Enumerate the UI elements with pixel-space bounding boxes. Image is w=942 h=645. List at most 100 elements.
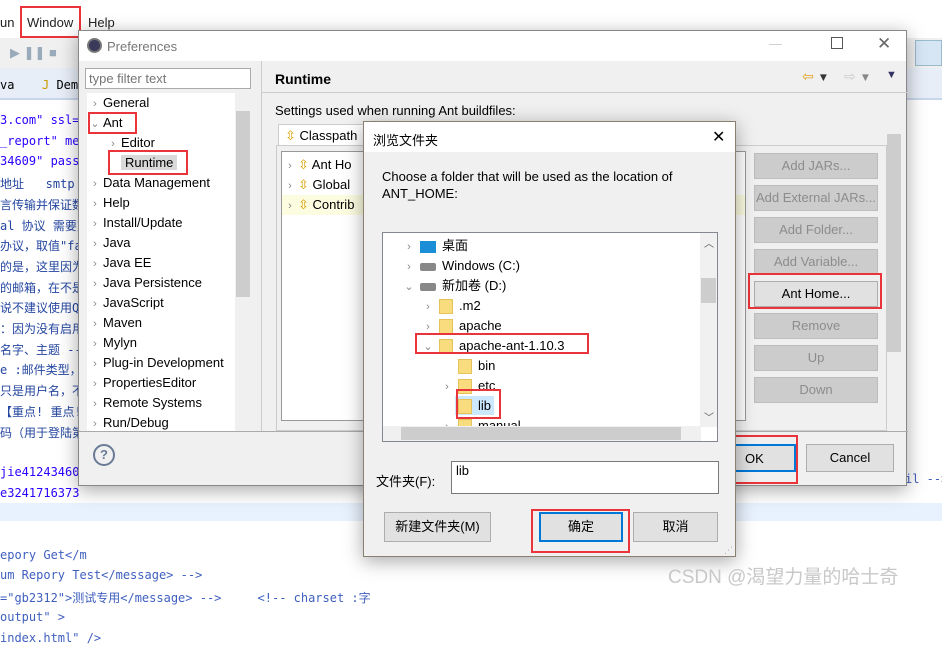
tree-item[interactable]: › Data Management (87, 173, 210, 193)
folder-tree-item[interactable]: bin (439, 356, 498, 376)
chevron-icon[interactable]: › (87, 174, 103, 194)
classpath-button[interactable]: Add External JARs... (754, 185, 878, 211)
highlight-ok (728, 435, 798, 484)
preferences-titlebar: Preferences — ✕ (79, 31, 906, 61)
chevron-icon[interactable]: ⌄ (401, 277, 417, 297)
tab-classpath[interactable]: ⇳ Classpath (278, 124, 368, 146)
classpath-button[interactable]: Add Variable... (754, 249, 878, 275)
run-icon[interactable]: ▶ ❚❚ ■ (10, 45, 57, 61)
chevron-icon[interactable]: › (87, 94, 103, 114)
chevron-icon[interactable]: › (420, 297, 436, 317)
classpath-button[interactable]: Add JARs... (754, 153, 878, 179)
cancel-button[interactable]: Cancel (806, 444, 894, 472)
page-header: Runtime ⇦ ▼ ⇨ ▼ ▼ (262, 61, 908, 93)
tree-item[interactable]: › Java Persistence (87, 273, 202, 293)
tree-item[interactable]: › JavaScript (87, 293, 164, 313)
chevron-icon[interactable]: › (87, 194, 103, 214)
scrollbar-thumb[interactable] (236, 111, 250, 297)
minimize-icon[interactable]: — (769, 36, 782, 51)
tree-item[interactable]: › Java (87, 233, 130, 253)
menu-help[interactable]: Help (88, 15, 115, 30)
filter-input[interactable] (85, 68, 251, 89)
chevron-icon[interactable]: › (87, 234, 103, 254)
highlight-ant (88, 112, 137, 134)
code-line: e :邮件类型， (0, 363, 82, 378)
desktop-icon (420, 240, 436, 253)
chevron-icon[interactable]: › (87, 414, 103, 431)
code-line: 的是，这里因为 (0, 259, 85, 274)
tree-item[interactable]: › PropertiesEditor (87, 373, 196, 393)
tree-scrollbar[interactable] (235, 93, 251, 431)
code-line: 只是用户名，不 (0, 384, 85, 399)
tree-item[interactable]: › Run/Debug (87, 413, 169, 431)
chevron-icon[interactable]: › (87, 334, 103, 354)
code-line: 【重点! 重点! (0, 404, 82, 419)
maximize-icon[interactable] (831, 37, 843, 49)
close-icon[interactable]: ✕ (877, 34, 891, 54)
close-icon[interactable]: ✕ (712, 127, 725, 147)
classpath-button[interactable]: Down (754, 377, 878, 403)
tree-item[interactable]: › General (87, 93, 149, 113)
tree-item[interactable]: › Remote Systems (87, 393, 202, 413)
tree-item[interactable]: › Java EE (87, 253, 151, 273)
code-line: _report" mes (0, 133, 87, 148)
code-line: 3.com" ssl=" (0, 113, 87, 127)
preferences-tree[interactable]: › General ⌄ Ant › Editor Runtime › Data Manageme… (87, 93, 235, 431)
code-line: 名字、主题 -- (0, 342, 82, 357)
dialog-title: 浏览文件夹 (373, 133, 439, 148)
code-line: 说不建议使用Q (0, 301, 80, 316)
classpath-button[interactable]: Add Folder... (754, 217, 878, 243)
folder-input[interactable] (451, 461, 719, 494)
classpath-button[interactable]: Up (754, 345, 878, 371)
code-line: 的邮箱，在不是 (0, 280, 85, 295)
chevron-icon[interactable]: › (401, 237, 417, 257)
classpath-icon: ⇳ (285, 128, 300, 143)
highlight-ant-folder (415, 333, 589, 354)
cancel-button[interactable]: 取消 (633, 512, 718, 542)
folder-tree-item[interactable]: ⌄ 新加卷 (D:) (401, 276, 509, 296)
tree-item[interactable]: › Mylyn (87, 333, 137, 353)
menu-run[interactable]: un (0, 15, 14, 30)
chevron-icon[interactable]: › (87, 214, 103, 234)
back-icon[interactable]: ⇦ ▼ (802, 68, 829, 85)
chevron-icon[interactable]: › (87, 274, 103, 294)
folder-tree-item[interactable]: › 桌面 (401, 236, 471, 256)
editor-tab[interactable]: va (0, 78, 14, 92)
view-menu-icon[interactable]: ▼ (886, 69, 897, 81)
code-line: index.html" /> (0, 630, 102, 645)
chevron-icon[interactable]: › (87, 394, 103, 414)
code-line: jie41243460 (0, 464, 80, 479)
tree-item[interactable]: › Help (87, 193, 130, 213)
tree-item[interactable]: › Install/Update (87, 213, 182, 234)
tree-item[interactable]: › Plug-in Development (87, 353, 224, 373)
code-line: um Repory Test</message> --> (0, 568, 203, 583)
folder-tree-item[interactable]: › Windows (C:) (401, 256, 523, 276)
chevron-icon[interactable]: › (87, 254, 103, 274)
resize-grip-icon[interactable]: ⋰ (724, 545, 733, 556)
horizontal-scrollbar[interactable] (383, 426, 701, 441)
chevron-icon[interactable]: › (87, 354, 103, 374)
hierarchy-icon[interactable] (915, 40, 942, 66)
chevron-icon[interactable]: › (401, 257, 417, 277)
browse-titlebar: 浏览文件夹 ✕ (364, 122, 735, 152)
code-line: output" > (0, 609, 66, 624)
new-folder-button[interactable]: 新建文件夹(M) (384, 512, 491, 542)
chevron-icon[interactable]: › (439, 377, 455, 397)
prompt-text: ANT_HOME: (382, 186, 458, 201)
page-scrollbar[interactable] (887, 116, 901, 426)
editor-tab[interactable]: J Dem (42, 78, 78, 92)
code-line: 码（用于登陆第 (0, 425, 85, 440)
forward-icon[interactable]: ⇨ ▼ (844, 68, 871, 85)
drive-icon (420, 262, 436, 271)
chevron-icon[interactable]: › (87, 374, 103, 394)
chevron-icon[interactable]: › (87, 294, 103, 314)
help-icon[interactable]: ? (93, 444, 115, 466)
vertical-scrollbar[interactable]: ︿ ﹀ (700, 233, 717, 427)
java-file-icon: J (42, 78, 57, 92)
highlight-window-menu (20, 6, 81, 38)
highlight-confirm (531, 509, 630, 553)
tree-item[interactable]: › Maven (87, 313, 142, 333)
folder-tree-item[interactable]: › .m2 (420, 296, 484, 316)
classpath-button[interactable]: Remove (754, 313, 878, 339)
chevron-icon[interactable]: › (87, 314, 103, 334)
